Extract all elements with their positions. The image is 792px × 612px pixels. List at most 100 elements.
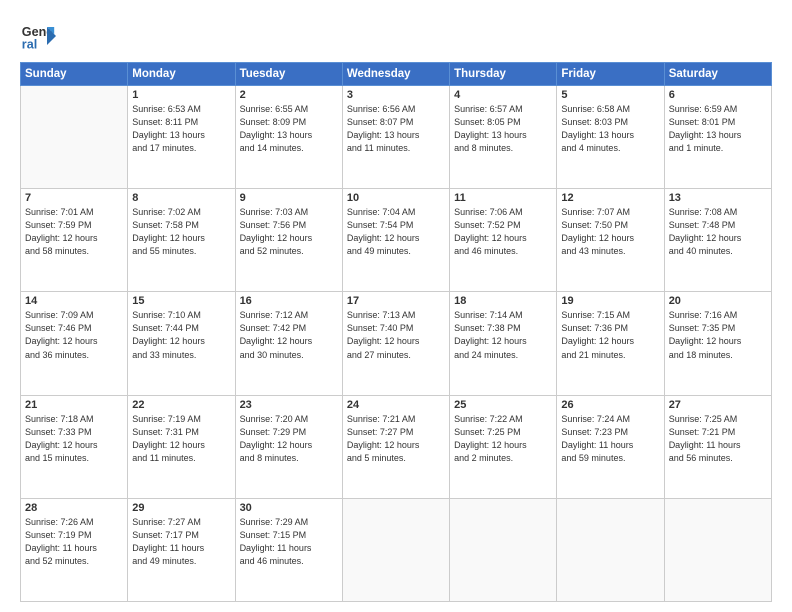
- calendar-cell: 6 Sunrise: 6:59 AM Sunset: 8:01 PM Daylig…: [664, 86, 771, 189]
- calendar-week-4: 21 Sunrise: 7:18 AM Sunset: 7:33 PM Dayli…: [21, 395, 772, 498]
- calendar-cell: 9 Sunrise: 7:03 AM Sunset: 7:56 PM Daylig…: [235, 189, 342, 292]
- day-number: 30: [240, 502, 338, 514]
- calendar-cell: 17 Sunrise: 7:13 AM Sunset: 7:40 PM Dayli…: [342, 292, 449, 395]
- day-info: Sunrise: 6:55 AM Sunset: 8:09 PM Dayligh…: [240, 103, 338, 155]
- calendar-cell: 23 Sunrise: 7:20 AM Sunset: 7:29 PM Dayli…: [235, 395, 342, 498]
- day-number: 1: [132, 89, 230, 101]
- calendar-cell: 29 Sunrise: 7:27 AM Sunset: 7:17 PM Dayli…: [128, 498, 235, 601]
- day-number: 20: [669, 295, 767, 307]
- calendar-cell: 22 Sunrise: 7:19 AM Sunset: 7:31 PM Dayli…: [128, 395, 235, 498]
- calendar-cell: 4Sunrise: 6:57 AM Sunset: 8:05 PM Daylig…: [450, 86, 557, 189]
- day-number: 3: [347, 89, 445, 101]
- calendar-cell: 21 Sunrise: 7:18 AM Sunset: 7:33 PM Dayli…: [21, 395, 128, 498]
- day-info: Sunrise: 7:22 AM Sunset: 7:25 PM Dayligh…: [454, 413, 552, 465]
- day-number: 23: [240, 399, 338, 411]
- calendar-week-1: 1 Sunrise: 6:53 AM Sunset: 8:11 PM Daylig…: [21, 86, 772, 189]
- calendar-header-thursday: Thursday: [450, 63, 557, 86]
- calendar-cell: 30Sunrise: 7:29 AM Sunset: 7:15 PM Dayli…: [235, 498, 342, 601]
- day-info: Sunrise: 7:03 AM Sunset: 7:56 PM Dayligh…: [240, 206, 338, 258]
- day-number: 12: [561, 192, 659, 204]
- calendar-cell: 3 Sunrise: 6:56 AM Sunset: 8:07 PM Daylig…: [342, 86, 449, 189]
- logo: Gene ral: [20, 18, 60, 54]
- calendar-cell: 10 Sunrise: 7:04 AM Sunset: 7:54 PM Dayli…: [342, 189, 449, 292]
- calendar-header-tuesday: Tuesday: [235, 63, 342, 86]
- calendar-cell: 13Sunrise: 7:08 AM Sunset: 7:48 PM Dayli…: [664, 189, 771, 292]
- day-info: Sunrise: 7:24 AM Sunset: 7:23 PM Dayligh…: [561, 413, 659, 465]
- calendar-cell: [21, 86, 128, 189]
- day-number: 28: [25, 502, 123, 514]
- logo-icon: Gene ral: [20, 18, 56, 54]
- day-info: Sunrise: 7:20 AM Sunset: 7:29 PM Dayligh…: [240, 413, 338, 465]
- calendar-header-friday: Friday: [557, 63, 664, 86]
- day-number: 10: [347, 192, 445, 204]
- day-number: 25: [454, 399, 552, 411]
- day-info: Sunrise: 7:26 AM Sunset: 7:19 PM Dayligh…: [25, 516, 123, 568]
- calendar-week-5: 28 Sunrise: 7:26 AM Sunset: 7:19 PM Dayli…: [21, 498, 772, 601]
- day-info: Sunrise: 7:07 AM Sunset: 7:50 PM Dayligh…: [561, 206, 659, 258]
- day-number: 18: [454, 295, 552, 307]
- day-number: 8: [132, 192, 230, 204]
- calendar-cell: 7 Sunrise: 7:01 AM Sunset: 7:59 PM Daylig…: [21, 189, 128, 292]
- calendar-cell: [557, 498, 664, 601]
- day-number: 7: [25, 192, 123, 204]
- day-info: Sunrise: 7:18 AM Sunset: 7:33 PM Dayligh…: [25, 413, 123, 465]
- day-info: Sunrise: 7:04 AM Sunset: 7:54 PM Dayligh…: [347, 206, 445, 258]
- calendar-header-monday: Monday: [128, 63, 235, 86]
- day-info: Sunrise: 7:16 AM Sunset: 7:35 PM Dayligh…: [669, 309, 767, 361]
- day-number: 17: [347, 295, 445, 307]
- calendar-header-saturday: Saturday: [664, 63, 771, 86]
- calendar-cell: [342, 498, 449, 601]
- calendar-cell: 19Sunrise: 7:15 AM Sunset: 7:36 PM Dayli…: [557, 292, 664, 395]
- day-info: Sunrise: 7:12 AM Sunset: 7:42 PM Dayligh…: [240, 309, 338, 361]
- day-number: 22: [132, 399, 230, 411]
- calendar-header-sunday: Sunday: [21, 63, 128, 86]
- day-number: 6: [669, 89, 767, 101]
- svg-text:ral: ral: [22, 38, 37, 52]
- calendar-week-2: 7 Sunrise: 7:01 AM Sunset: 7:59 PM Daylig…: [21, 189, 772, 292]
- day-info: Sunrise: 6:56 AM Sunset: 8:07 PM Dayligh…: [347, 103, 445, 155]
- calendar-header-row: SundayMondayTuesdayWednesdayThursdayFrid…: [21, 63, 772, 86]
- day-info: Sunrise: 7:06 AM Sunset: 7:52 PM Dayligh…: [454, 206, 552, 258]
- day-number: 26: [561, 399, 659, 411]
- calendar-cell: 12 Sunrise: 7:07 AM Sunset: 7:50 PM Dayli…: [557, 189, 664, 292]
- day-info: Sunrise: 7:02 AM Sunset: 7:58 PM Dayligh…: [132, 206, 230, 258]
- header: Gene ral: [20, 18, 772, 54]
- day-info: Sunrise: 7:09 AM Sunset: 7:46 PM Dayligh…: [25, 309, 123, 361]
- day-number: 15: [132, 295, 230, 307]
- day-info: Sunrise: 6:58 AM Sunset: 8:03 PM Dayligh…: [561, 103, 659, 155]
- day-info: Sunrise: 7:19 AM Sunset: 7:31 PM Dayligh…: [132, 413, 230, 465]
- day-number: 19: [561, 295, 659, 307]
- day-info: Sunrise: 7:01 AM Sunset: 7:59 PM Dayligh…: [25, 206, 123, 258]
- day-info: Sunrise: 7:25 AM Sunset: 7:21 PM Dayligh…: [669, 413, 767, 465]
- day-number: 27: [669, 399, 767, 411]
- day-number: 2: [240, 89, 338, 101]
- day-number: 5: [561, 89, 659, 101]
- day-number: 11: [454, 192, 552, 204]
- calendar-cell: 14Sunrise: 7:09 AM Sunset: 7:46 PM Dayli…: [21, 292, 128, 395]
- day-number: 16: [240, 295, 338, 307]
- calendar-table: SundayMondayTuesdayWednesdayThursdayFrid…: [20, 62, 772, 602]
- calendar-cell: 25 Sunrise: 7:22 AM Sunset: 7:25 PM Dayli…: [450, 395, 557, 498]
- day-number: 24: [347, 399, 445, 411]
- day-info: Sunrise: 7:10 AM Sunset: 7:44 PM Dayligh…: [132, 309, 230, 361]
- calendar-cell: 16 Sunrise: 7:12 AM Sunset: 7:42 PM Dayli…: [235, 292, 342, 395]
- calendar-cell: [664, 498, 771, 601]
- day-number: 9: [240, 192, 338, 204]
- calendar-week-3: 14Sunrise: 7:09 AM Sunset: 7:46 PM Dayli…: [21, 292, 772, 395]
- day-info: Sunrise: 7:14 AM Sunset: 7:38 PM Dayligh…: [454, 309, 552, 361]
- calendar-cell: [450, 498, 557, 601]
- day-info: Sunrise: 7:13 AM Sunset: 7:40 PM Dayligh…: [347, 309, 445, 361]
- day-number: 29: [132, 502, 230, 514]
- day-info: Sunrise: 6:53 AM Sunset: 8:11 PM Dayligh…: [132, 103, 230, 155]
- calendar-cell: 15 Sunrise: 7:10 AM Sunset: 7:44 PM Dayli…: [128, 292, 235, 395]
- calendar-cell: 20 Sunrise: 7:16 AM Sunset: 7:35 PM Dayli…: [664, 292, 771, 395]
- calendar-cell: 28 Sunrise: 7:26 AM Sunset: 7:19 PM Dayli…: [21, 498, 128, 601]
- day-info: Sunrise: 6:59 AM Sunset: 8:01 PM Dayligh…: [669, 103, 767, 155]
- calendar-header-wednesday: Wednesday: [342, 63, 449, 86]
- calendar-cell: 18 Sunrise: 7:14 AM Sunset: 7:38 PM Dayli…: [450, 292, 557, 395]
- day-number: 13: [669, 192, 767, 204]
- day-info: Sunrise: 7:27 AM Sunset: 7:17 PM Dayligh…: [132, 516, 230, 568]
- calendar-cell: 8 Sunrise: 7:02 AM Sunset: 7:58 PM Daylig…: [128, 189, 235, 292]
- day-number: 21: [25, 399, 123, 411]
- day-number: 4: [454, 89, 552, 101]
